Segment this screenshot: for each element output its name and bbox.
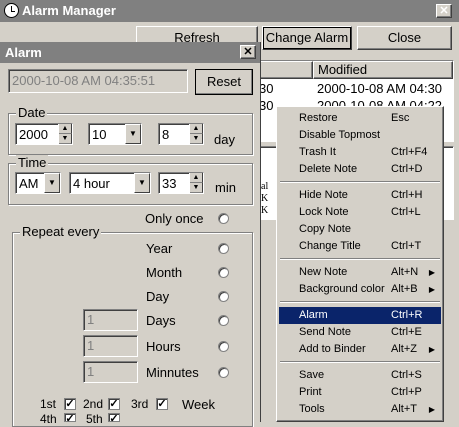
menu-item-change-title[interactable]: Change Title Ctrl+T — [279, 238, 441, 255]
menu-item-new-note[interactable]: New Note Alt+N ▶ — [279, 264, 441, 281]
alarm-manager-title: Alarm Manager — [22, 3, 116, 18]
week-3rd-label: 3rd — [131, 397, 149, 411]
submenu-arrow-icon: ▶ — [428, 405, 435, 414]
date-group-label: Date — [16, 105, 48, 120]
menu-item-hide-note[interactable]: Hide Note Ctrl+H — [279, 187, 441, 204]
chevron-down-icon[interactable]: ▼ — [134, 173, 150, 193]
list-item[interactable]: 30 2000-10-08 AM 04:30 — [259, 80, 453, 97]
day-radio[interactable] — [218, 291, 229, 302]
spin-buttons[interactable]: ▲ ▼ — [189, 173, 203, 193]
week-2nd-label: 2nd — [83, 397, 104, 411]
menu-separator — [280, 361, 440, 363]
hour-select[interactable]: 4 hour ▼ — [69, 172, 151, 194]
hours-label: Hours — [146, 339, 181, 354]
reset-button[interactable]: Reset — [195, 69, 253, 95]
menu-item-print[interactable]: Print Ctrl+P — [279, 384, 441, 401]
month-select[interactable]: 10 ▼ — [88, 123, 142, 145]
chevron-down-icon[interactable]: ▼ — [125, 124, 141, 144]
year-spinner[interactable]: 2000 ▲ ▼ — [15, 123, 73, 145]
chevron-down-icon[interactable]: ▼ — [44, 173, 60, 193]
month-option-label: Month — [146, 265, 183, 280]
menu-item-copy-note[interactable]: Copy Note — [279, 221, 441, 238]
day-option-label: Day — [146, 289, 170, 304]
ampm-select[interactable]: AM ▼ — [15, 172, 61, 194]
menu-item-background-color[interactable]: Background color Alt+B ▶ — [279, 281, 441, 298]
month-radio[interactable] — [218, 267, 229, 278]
only-once-label: Only once — [145, 211, 204, 226]
submenu-arrow-icon: ▶ — [428, 268, 435, 277]
close-icon[interactable]: ✕ — [240, 45, 256, 59]
alarm-manager-titlebar[interactable]: Alarm Manager ✕ — [0, 0, 459, 22]
time-group-label: Time — [16, 155, 49, 170]
minutes-label: Minnutes — [146, 365, 199, 380]
menu-item-lock-note[interactable]: Lock Note Ctrl+L — [279, 204, 441, 221]
week-label: Week — [182, 397, 215, 412]
spin-buttons[interactable]: ▲ ▼ — [58, 124, 72, 144]
minute-spinner[interactable]: 33 ▲ ▼ — [158, 172, 204, 194]
column-header-modified[interactable]: Modified — [313, 61, 453, 79]
year-option-label: Year — [146, 241, 173, 256]
week-1st-label: 1st — [40, 397, 57, 411]
clock-icon — [4, 3, 19, 18]
days-radio[interactable] — [218, 315, 229, 326]
week-3rd-checkbox[interactable]: ✓ — [156, 398, 168, 410]
year-radio[interactable] — [218, 243, 229, 254]
close-button[interactable]: Close — [357, 26, 452, 50]
minutes-radio[interactable] — [218, 367, 229, 378]
menu-item-tools[interactable]: Tools Alt+T ▶ — [279, 401, 441, 418]
only-once-radio[interactable] — [218, 213, 229, 224]
week-5th-label: 5th — [86, 412, 103, 426]
menu-item-restore[interactable]: Restore Esc — [279, 110, 441, 127]
week-5th-checkbox[interactable]: ✓ — [108, 413, 120, 425]
week-1st-checkbox[interactable]: ✓ — [64, 398, 76, 410]
current-time-field: 2000-10-08 AM 04:35:51 — [8, 69, 188, 93]
week-4th-label: 4th — [40, 412, 57, 426]
week-2nd-checkbox[interactable]: ✓ — [108, 398, 120, 410]
menu-item-save[interactable]: Save Ctrl+S — [279, 367, 441, 384]
alarm-dialog: Alarm ✕ 2000-10-08 AM 04:35:51 Reset Dat… — [0, 42, 261, 427]
submenu-arrow-icon: ▶ — [428, 285, 435, 294]
close-icon[interactable]: ✕ — [436, 4, 452, 18]
hours-radio[interactable] — [218, 341, 229, 352]
menu-item-delete-note[interactable]: Delete Note Ctrl+D — [279, 161, 441, 178]
hours-field[interactable]: 1 — [83, 335, 138, 357]
days-field[interactable]: 1 — [83, 309, 138, 331]
change-alarm-button[interactable]: Change Alarm — [262, 26, 352, 50]
menu-item-trash-it[interactable]: Trash It Ctrl+F4 — [279, 144, 441, 161]
alarm-titlebar[interactable]: Alarm ✕ — [0, 42, 260, 63]
menu-item-add-to-binder[interactable]: Add to Binder Alt+Z ▶ — [279, 341, 441, 358]
menu-item-disable-topmost[interactable]: Disable Topmost — [279, 127, 441, 144]
menu-separator — [280, 258, 440, 260]
day-unit-label: day — [214, 132, 235, 147]
day-spinner[interactable]: 8 ▲ ▼ — [158, 123, 204, 145]
alarm-title: Alarm — [5, 45, 42, 60]
week-4th-checkbox[interactable]: ✓ — [64, 413, 76, 425]
repeat-group-label: Repeat every — [20, 224, 102, 239]
submenu-arrow-icon: ▶ — [428, 345, 435, 354]
context-menu: Restore Esc Disable Topmost Trash It Ctrl+… — [276, 106, 444, 422]
menu-separator — [280, 301, 440, 303]
days-label: Days — [146, 313, 176, 328]
minutes-field[interactable]: 1 — [83, 361, 138, 383]
min-unit-label: min — [215, 180, 236, 195]
column-header-left[interactable] — [259, 61, 313, 79]
menu-item-send-note[interactable]: Send Note Ctrl+E — [279, 324, 441, 341]
menu-separator — [280, 181, 440, 183]
menu-item-alarm[interactable]: Alarm Ctrl+R — [279, 307, 441, 324]
spin-buttons[interactable]: ▲ ▼ — [189, 124, 203, 144]
